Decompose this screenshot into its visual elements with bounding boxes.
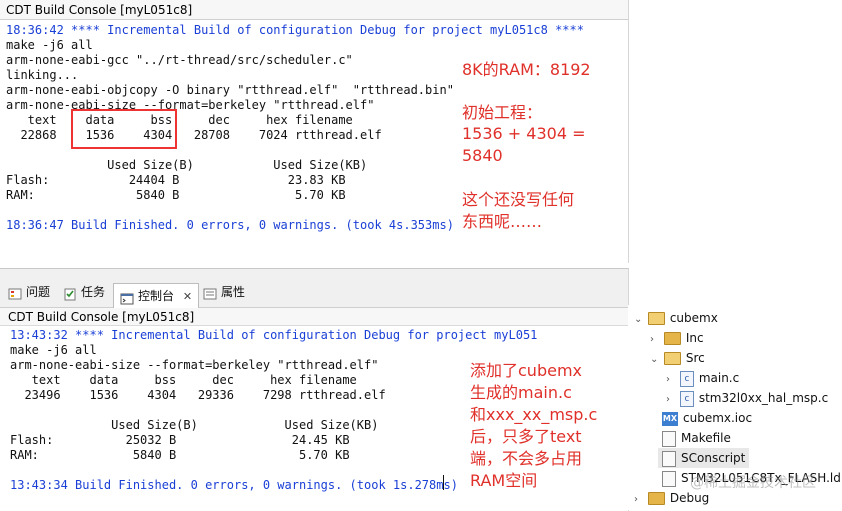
annotation-bottom-6: RAM空间 (470, 471, 538, 490)
tree-item-cubemx[interactable]: ⌄ cubemx (634, 308, 718, 328)
console-title: CDT Build Console [myL051c8] (0, 308, 628, 326)
tab-label: 属性 (221, 285, 246, 299)
chevron-right-icon[interactable]: › (634, 490, 644, 510)
tab-label: 任务 (81, 285, 106, 299)
annotation-bottom-2: 生成的main.c (470, 383, 572, 402)
console-title: CDT Build Console [myL051c8] (0, 0, 628, 20)
console-line: 13:43:34 Build Finished. 0 errors, 0 war… (10, 478, 458, 492)
console-line: arm-none-eabi-objcopy -O binary "rtthrea… (6, 83, 454, 97)
annotation-bottom-1: 添加了cubemx (470, 361, 582, 380)
console-line: 23496 1536 4304 29336 7298 rtthread.elf (10, 388, 386, 402)
tree-item-label: SConscript (681, 451, 746, 465)
chevron-right-icon[interactable]: › (666, 370, 676, 390)
console-line: 13:43:32 **** Incremental Build of confi… (10, 328, 538, 342)
tree-item-label: Inc (685, 331, 704, 345)
tree-item-main-c[interactable]: › c main.c (666, 368, 739, 388)
highlight-box (71, 109, 177, 149)
tree-item-label: Src (685, 351, 705, 365)
annotation-note-1: 这个还没写任何 (462, 190, 575, 209)
tab-properties[interactable]: 属性 (203, 281, 245, 303)
tree-item-inc[interactable]: › Inc (650, 328, 704, 348)
console-line: make -j6 all (10, 343, 97, 357)
chevron-right-icon[interactable]: › (650, 330, 660, 350)
console-line: text data bss dec hex filename (10, 373, 357, 387)
text-cursor (443, 475, 444, 490)
annotation-note-2: 东西呢…… (462, 212, 543, 231)
tree-item-makefile[interactable]: Makefile (662, 428, 731, 448)
chevron-down-icon[interactable]: ⌄ (634, 310, 644, 330)
console-line: Flash: 24404 B 23.83 KB (6, 173, 346, 187)
console-line: make -j6 all (6, 38, 93, 52)
file-icon (662, 450, 676, 467)
close-icon[interactable]: ✕ (183, 290, 192, 303)
tab-tasks[interactable]: 任务 (63, 281, 105, 303)
annotation-sum: 1536 + 4304 = (462, 124, 586, 143)
tab-console[interactable]: 控制台 ✕ (113, 283, 200, 308)
console-line: RAM: 5840 B 5.70 KB (10, 448, 350, 462)
annotation-result: 5840 (462, 146, 503, 165)
tab-label: 控制台 (138, 289, 175, 303)
tree-item-label: main.c (698, 371, 740, 385)
watermark: @稀土掘金技术社区 (690, 475, 816, 491)
folder-icon (647, 492, 665, 505)
chevron-right-icon[interactable]: › (666, 390, 676, 410)
tree-item-label: cubemx.ioc (683, 411, 753, 425)
file-icon (662, 470, 676, 487)
tasks-icon (63, 286, 77, 300)
tree-item-label: stm32l0xx_hal_msp.c (698, 391, 829, 405)
tab-problems[interactable]: 问题 (8, 281, 50, 303)
annotation-bottom-3: 和xxx_xx_msp.c (470, 405, 598, 424)
tab-label: 问题 (26, 285, 51, 299)
file-icon (662, 430, 676, 447)
tree-item-label: cubemx (669, 311, 718, 325)
folder-open-icon (663, 352, 681, 365)
tree-item-label: Makefile (681, 431, 731, 445)
console-output[interactable]: 13:43:32 **** Incremental Build of confi… (10, 328, 537, 493)
problems-icon (8, 286, 22, 300)
view-tab-bar: 问题 任务 控制台 ✕ 属性 (0, 269, 628, 308)
cubemx-file-icon: MX (662, 411, 678, 426)
console-line: arm-none-eabi-size --format=berkeley "rt… (10, 358, 379, 372)
tree-item-msp-c[interactable]: › c stm32l0xx_hal_msp.c (666, 388, 828, 408)
chevron-down-icon[interactable]: ⌄ (650, 350, 660, 370)
tree-item-label: Debug (669, 491, 710, 505)
tree-item-src[interactable]: ⌄ Src (650, 348, 705, 368)
c-file-icon: c (679, 390, 694, 407)
annotation-bottom-4: 后，只多了text (470, 427, 582, 446)
tree-item-ioc[interactable]: MX cubemx.ioc (662, 408, 752, 428)
c-file-icon: c (679, 370, 694, 387)
tree-item-sconscript[interactable]: SConscript (658, 448, 750, 468)
folder-icon (663, 332, 681, 345)
console-line: Used Size(B) Used Size(KB) (10, 418, 379, 432)
console-icon (120, 290, 134, 304)
console-line: 18:36:42 **** Incremental Build of confi… (6, 23, 584, 37)
annotation-bottom-5: 端，不会多占用 (470, 449, 583, 468)
console-line: Flash: 25032 B 24.45 KB (10, 433, 350, 447)
properties-icon (203, 286, 217, 300)
folder-open-icon (647, 312, 665, 325)
annotation-ram-total: 8K的RAM：8192 (462, 60, 591, 79)
